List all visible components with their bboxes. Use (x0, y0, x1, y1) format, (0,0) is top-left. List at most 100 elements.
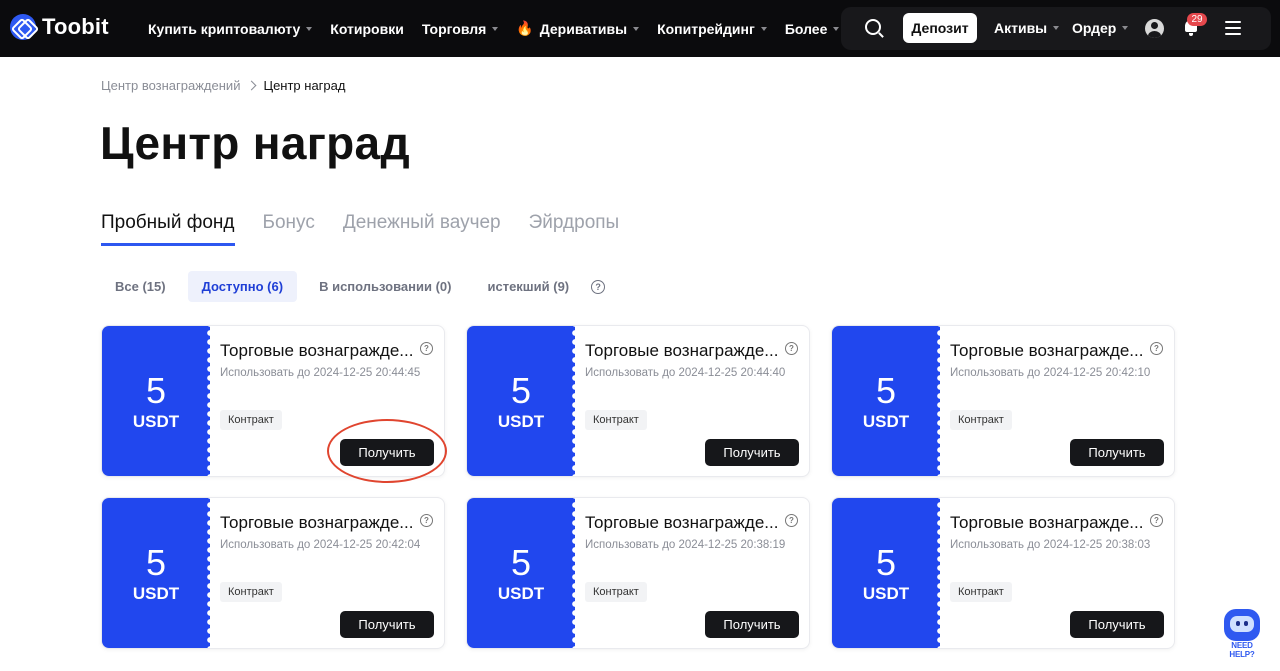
reward-expiry: Использовать до 2024-12-25 20:42:04 (220, 539, 421, 551)
reward-amount-stub: 5 USDT (102, 498, 214, 648)
menu-trade[interactable]: Торговля (421, 20, 499, 37)
reward-title: Торговые вознагражде... (950, 513, 1144, 532)
tab-bonus[interactable]: Бонус (263, 212, 315, 246)
menu-buy-crypto[interactable]: Купить криптовалюту (148, 20, 313, 37)
reward-tabs: Пробный фонд Бонус Денежный ваучер Эйрдр… (101, 212, 619, 246)
reward-amount: 5 (875, 369, 897, 411)
claim-button[interactable]: Получить (705, 439, 799, 466)
reward-amount: 5 (145, 369, 167, 411)
reward-tag: Контракт (220, 582, 282, 602)
toobit-logo-icon (10, 14, 36, 40)
tab-airdrops[interactable]: Эйрдропы (529, 212, 620, 246)
chevron-right-icon (247, 80, 257, 91)
question-icon[interactable]: ? (785, 342, 798, 355)
chevron-down-icon (833, 26, 840, 31)
reward-amount-stub: 5 USDT (467, 326, 579, 476)
assets-menu[interactable]: Активы (994, 20, 1060, 36)
menu-item-label: Деривативы (539, 20, 628, 37)
breadcrumb: Центр вознаграждений Центр наград (101, 78, 345, 93)
menu-item-label: Торговля (421, 20, 487, 37)
reward-card: 5 USDT Торговые вознагражде... ? Использ… (831, 497, 1175, 649)
claim-button[interactable]: Получить (705, 611, 799, 638)
reward-card: 5 USDT Торговые вознагражде... ? Использ… (831, 325, 1175, 477)
reward-amount: 5 (145, 541, 167, 583)
tab-trial-fund[interactable]: Пробный фонд (101, 212, 235, 246)
nav-actions: Депозит Активы Ордер 29 (841, 7, 1271, 50)
breadcrumb-current: Центр наград (263, 78, 346, 93)
tab-cash-voucher[interactable]: Денежный ваучер (343, 212, 501, 246)
menu-copytrading[interactable]: Копитрейдинг (657, 21, 767, 37)
logo[interactable]: Toobit (10, 14, 109, 40)
reward-unit: USDT (497, 411, 545, 431)
question-icon[interactable]: ? (591, 279, 606, 294)
reward-unit: USDT (497, 583, 545, 603)
user-avatar-icon[interactable] (1145, 19, 1164, 38)
reward-amount-stub: 5 USDT (832, 326, 944, 476)
menu-item-label: Купить криптовалюту (148, 20, 301, 37)
reward-unit: USDT (132, 583, 180, 603)
filter-in-use[interactable]: В использовании (0) (305, 271, 465, 302)
chevron-down-icon (633, 26, 640, 31)
reward-tag: Контракт (585, 410, 647, 430)
question-icon[interactable]: ? (1150, 342, 1163, 355)
menu-more[interactable]: Более (785, 21, 840, 37)
reward-title: Торговые вознагражде... (220, 513, 414, 532)
breadcrumb-parent[interactable]: Центр вознаграждений (101, 78, 240, 93)
assets-label: Активы (994, 20, 1048, 36)
reward-amount-stub: 5 USDT (102, 326, 214, 476)
highlight-circle (327, 419, 447, 483)
deposit-button[interactable]: Депозит (903, 13, 977, 43)
reward-card: 5 USDT Торговые вознагражде... ? Использ… (466, 325, 810, 477)
reward-title: Торговые вознагражде... (220, 341, 414, 360)
reward-expiry: Использовать до 2024-12-25 20:44:40 (585, 367, 786, 379)
menu-item-label: Копитрейдинг (657, 20, 755, 37)
menu-quotes[interactable]: Котировки (330, 21, 404, 37)
help-bot-label: NEED HELP? (1229, 641, 1255, 659)
logo-text: Toobit (42, 14, 109, 39)
orders-menu[interactable]: Ордер (1072, 20, 1129, 36)
status-filters: Все (15) Доступно (6) В использовании (0… (101, 271, 606, 302)
help-bot[interactable]: NEED HELP? (1218, 606, 1266, 659)
filter-expired[interactable]: истекший (9) (473, 271, 583, 302)
chevron-down-icon (1053, 26, 1060, 30)
main-menu: Купить криптовалюту Котировки Торговля 🔥… (148, 0, 840, 57)
reward-title: Торговые вознагражде... (585, 513, 779, 532)
claim-button[interactable]: Получить (1070, 439, 1164, 466)
chevron-down-icon (492, 26, 499, 31)
filter-all[interactable]: Все (15) (101, 271, 180, 302)
menu-item-label: Более (784, 20, 828, 37)
reward-title: Торговые вознагражде... (585, 341, 779, 360)
reward-expiry: Использовать до 2024-12-25 20:44:45 (220, 367, 421, 379)
question-icon[interactable]: ? (1150, 514, 1163, 527)
reward-card: 5 USDT Торговые вознагражде... ? Использ… (466, 497, 810, 649)
reward-expiry: Использовать до 2024-12-25 20:38:19 (585, 539, 786, 551)
reward-tag: Контракт (950, 582, 1012, 602)
reward-tag: Контракт (220, 410, 282, 430)
chevron-down-icon (306, 26, 313, 31)
notification-badge: 29 (1187, 13, 1207, 26)
filter-available[interactable]: Доступно (6) (187, 271, 298, 302)
reward-unit: USDT (862, 411, 910, 431)
reward-amount: 5 (875, 541, 897, 583)
robot-face (1230, 616, 1254, 632)
hamburger-menu-icon[interactable] (1225, 21, 1241, 35)
claim-button[interactable]: Получить (340, 611, 434, 638)
reward-title: Торговые вознагражде... (950, 341, 1144, 360)
reward-unit: USDT (132, 411, 180, 431)
question-icon[interactable]: ? (420, 514, 433, 527)
menu-item-label: Котировки (330, 20, 404, 37)
search-icon[interactable] (865, 19, 881, 35)
menu-derivatives[interactable]: 🔥 Деривативы (516, 20, 640, 37)
chevron-down-icon (760, 26, 767, 31)
question-icon[interactable]: ? (420, 342, 433, 355)
fire-icon: 🔥 (516, 20, 534, 36)
reward-card: 5 USDT Торговые вознагражде... ? Использ… (101, 497, 445, 649)
claim-button[interactable]: Получить (1070, 611, 1164, 638)
reward-tag: Контракт (950, 410, 1012, 430)
reward-expiry: Использовать до 2024-12-25 20:42:10 (950, 367, 1151, 379)
reward-amount-stub: 5 USDT (467, 498, 579, 648)
orders-label: Ордер (1072, 20, 1117, 36)
question-icon[interactable]: ? (785, 514, 798, 527)
page-title: Центр наград (100, 117, 410, 169)
reward-amount: 5 (510, 369, 532, 411)
